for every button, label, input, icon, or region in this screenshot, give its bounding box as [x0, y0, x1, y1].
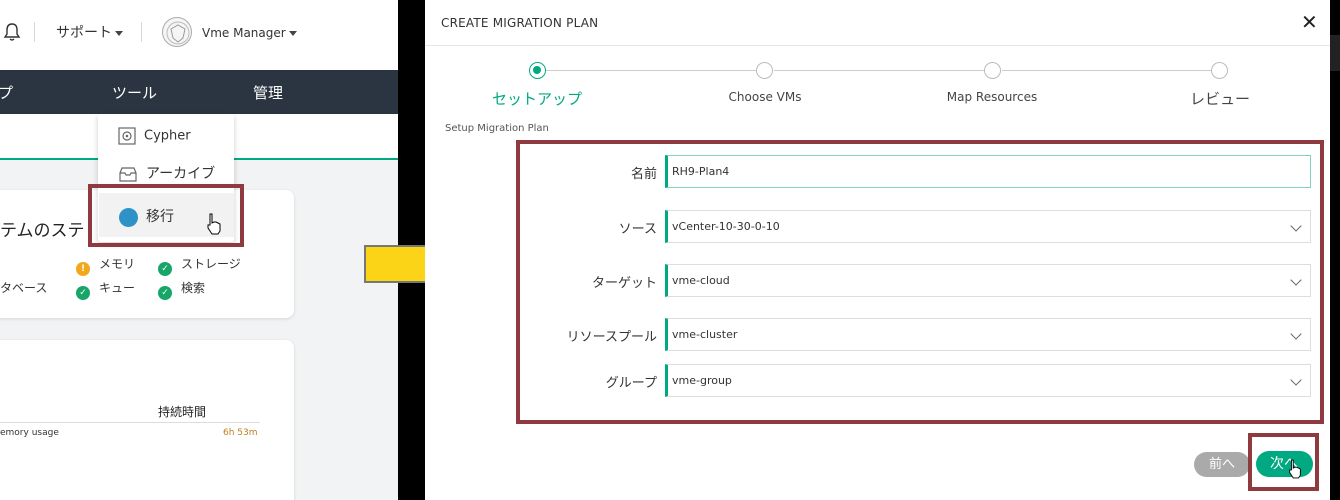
close-icon[interactable]: ✕: [1301, 10, 1318, 34]
check-icon: ✓: [158, 286, 172, 300]
user-menu[interactable]: Vme Manager: [202, 26, 297, 40]
nav-item-partial[interactable]: プ: [0, 82, 13, 103]
caret-down-icon: [115, 30, 123, 36]
user-icon: [166, 21, 190, 45]
alert-row-label: emory usage: [0, 428, 59, 438]
highlight-box-menu: [88, 184, 244, 247]
status-queue: ✓ キュー: [76, 279, 135, 300]
step-2-indicator[interactable]: [756, 62, 773, 79]
status-database: タベース: [0, 281, 48, 295]
step-3-indicator[interactable]: [984, 62, 1001, 79]
safe-icon: [118, 127, 136, 145]
step-4-label[interactable]: レビュー: [1170, 88, 1270, 109]
highlight-box-next: [1248, 433, 1319, 491]
check-icon: ✓: [76, 286, 90, 300]
migration-plan-modal: CREATE MIGRATION PLAN ✕ セットアップ Choose VM…: [425, 0, 1330, 500]
modal-title: CREATE MIGRATION PLAN: [441, 16, 599, 30]
scrollbar[interactable]: [1330, 35, 1340, 71]
background-app: サポート Vme Manager プ ツール 管理 テムのステ ! メモリ ✓ スト…: [0, 0, 398, 500]
status-storage: ✓ ストレージ: [158, 255, 241, 276]
step-4-indicator[interactable]: [1211, 62, 1228, 79]
support-menu[interactable]: サポート: [56, 22, 123, 42]
warning-icon: !: [76, 262, 90, 276]
card-title: テムのステ: [0, 221, 85, 241]
divider: [141, 22, 142, 42]
window-edge: [1330, 0, 1340, 500]
menu-item-cypher[interactable]: Cypher: [118, 127, 191, 145]
caret-down-icon: [288, 31, 297, 36]
step-connector: [546, 70, 756, 71]
alert-row-duration: 6h 53m: [223, 428, 258, 438]
menu-item-archive[interactable]: アーカイブ: [118, 163, 215, 183]
section-subtitle: Setup Migration Plan: [445, 123, 549, 134]
divider: [0, 422, 260, 423]
step-3-label[interactable]: Map Resources: [942, 90, 1042, 104]
step-connector: [774, 70, 984, 71]
step-1-indicator[interactable]: [529, 62, 546, 79]
previous-button[interactable]: 前へ: [1194, 452, 1250, 477]
step-2-label[interactable]: Choose VMs: [715, 90, 815, 104]
step-connector: [1002, 70, 1212, 71]
alerts-card: 持続時間 emory usage 6h 53m: [0, 340, 294, 500]
status-search: ✓ 検索: [158, 279, 205, 300]
status-memory: ! メモリ: [76, 255, 135, 276]
highlight-box-form: [516, 140, 1324, 424]
archive-icon: [119, 167, 137, 182]
bell-icon[interactable]: [3, 22, 21, 42]
top-bar: サポート Vme Manager: [0, 0, 398, 70]
nav-item-tools[interactable]: ツール: [112, 82, 157, 103]
divider: [425, 45, 1330, 46]
divider: [34, 22, 35, 42]
check-icon: ✓: [158, 262, 172, 276]
step-1-label[interactable]: セットアップ: [487, 88, 587, 109]
nav-item-admin[interactable]: 管理: [253, 82, 283, 103]
duration-header: 持続時間: [158, 405, 207, 419]
main-nav: プ ツール 管理: [0, 70, 398, 114]
avatar[interactable]: [162, 17, 192, 47]
